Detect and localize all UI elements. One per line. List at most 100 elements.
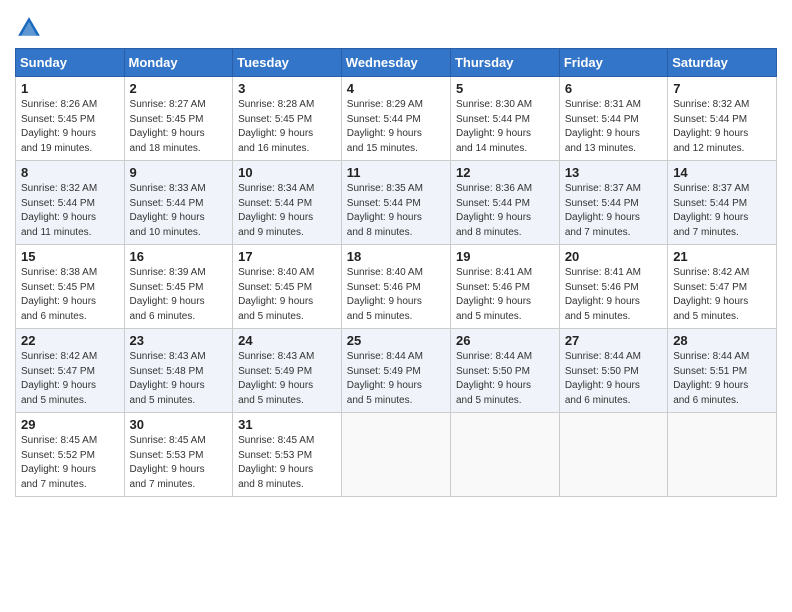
day-number: 21 <box>673 249 771 264</box>
day-info: Sunrise: 8:39 AMSunset: 5:45 PMDaylight:… <box>130 266 228 324</box>
day-number: 8 <box>21 165 119 180</box>
day-number: 18 <box>347 249 445 264</box>
calendar-day-22: 22 Sunrise: 8:42 AMSunset: 5:47 PMDayligh… <box>16 329 125 413</box>
calendar-day-28: 28 Sunrise: 8:44 AMSunset: 5:51 PMDayligh… <box>668 329 777 413</box>
day-info: Sunrise: 8:43 AMSunset: 5:49 PMDaylight:… <box>238 350 336 408</box>
calendar-day-24: 24Sunrise: 8:43 AMSunset: 5:49 PMDayligh… <box>233 329 342 413</box>
calendar-day-1: 1 Sunrise: 8:26 AMSunset: 5:45 PMDaylight… <box>16 77 125 161</box>
day-info: Sunrise: 8:32 AMSunset: 5:44 PMDaylight:… <box>673 98 771 156</box>
calendar-day-26: 26Sunrise: 8:44 AMSunset: 5:50 PMDayligh… <box>450 329 559 413</box>
day-number: 12 <box>456 165 554 180</box>
day-number: 31 <box>238 417 336 432</box>
day-info: Sunrise: 8:34 AMSunset: 5:44 PMDaylight:… <box>238 182 336 240</box>
day-info: Sunrise: 8:28 AMSunset: 5:45 PMDaylight:… <box>238 98 336 156</box>
day-info: Sunrise: 8:43 AMSunset: 5:48 PMDaylight:… <box>130 350 228 408</box>
calendar-day-7: 7 Sunrise: 8:32 AMSunset: 5:44 PMDaylight… <box>668 77 777 161</box>
calendar-day-3: 3Sunrise: 8:28 AMSunset: 5:45 PMDaylight… <box>233 77 342 161</box>
day-info: Sunrise: 8:37 AMSunset: 5:44 PMDaylight:… <box>673 182 771 240</box>
logo <box>15 14 47 42</box>
day-number: 19 <box>456 249 554 264</box>
day-number: 14 <box>673 165 771 180</box>
calendar-day-16: 16 Sunrise: 8:39 AMSunset: 5:45 PMDayligh… <box>124 245 233 329</box>
day-info: Sunrise: 8:30 AMSunset: 5:44 PMDaylight:… <box>456 98 554 156</box>
day-number: 16 <box>130 249 228 264</box>
day-info: Sunrise: 8:41 AMSunset: 5:46 PMDaylight:… <box>456 266 554 324</box>
day-info: Sunrise: 8:40 AMSunset: 5:46 PMDaylight:… <box>347 266 445 324</box>
calendar-week-4: 22 Sunrise: 8:42 AMSunset: 5:47 PMDayligh… <box>16 329 777 413</box>
calendar-empty-cell <box>559 413 667 497</box>
logo-icon <box>15 14 43 42</box>
calendar-header-wednesday: Wednesday <box>341 49 450 77</box>
calendar-week-5: 29 Sunrise: 8:45 AMSunset: 5:52 PMDayligh… <box>16 413 777 497</box>
calendar-week-3: 15 Sunrise: 8:38 AMSunset: 5:45 PMDayligh… <box>16 245 777 329</box>
calendar-header-saturday: Saturday <box>668 49 777 77</box>
calendar-day-14: 14 Sunrise: 8:37 AMSunset: 5:44 PMDayligh… <box>668 161 777 245</box>
day-number: 27 <box>565 333 662 348</box>
calendar-day-12: 12 Sunrise: 8:36 AMSunset: 5:44 PMDayligh… <box>450 161 559 245</box>
day-number: 5 <box>456 81 554 96</box>
day-info: Sunrise: 8:35 AMSunset: 5:44 PMDaylight:… <box>347 182 445 240</box>
day-info: Sunrise: 8:41 AMSunset: 5:46 PMDaylight:… <box>565 266 662 324</box>
calendar-day-30: 30 Sunrise: 8:45 AMSunset: 5:53 PMDayligh… <box>124 413 233 497</box>
day-number: 4 <box>347 81 445 96</box>
calendar-day-25: 25Sunrise: 8:44 AMSunset: 5:49 PMDayligh… <box>341 329 450 413</box>
calendar-day-8: 8Sunrise: 8:32 AMSunset: 5:44 PMDaylight… <box>16 161 125 245</box>
calendar-day-6: 6 Sunrise: 8:31 AMSunset: 5:44 PMDaylight… <box>559 77 667 161</box>
day-info: Sunrise: 8:33 AMSunset: 5:44 PMDaylight:… <box>130 182 228 240</box>
calendar-week-2: 8Sunrise: 8:32 AMSunset: 5:44 PMDaylight… <box>16 161 777 245</box>
day-info: Sunrise: 8:42 AMSunset: 5:47 PMDaylight:… <box>673 266 771 324</box>
calendar-table: SundayMondayTuesdayWednesdayThursdayFrid… <box>15 48 777 497</box>
day-info: Sunrise: 8:27 AMSunset: 5:45 PMDaylight:… <box>130 98 228 156</box>
calendar-day-21: 21 Sunrise: 8:42 AMSunset: 5:47 PMDayligh… <box>668 245 777 329</box>
day-info: Sunrise: 8:31 AMSunset: 5:44 PMDaylight:… <box>565 98 662 156</box>
calendar-day-23: 23 Sunrise: 8:43 AMSunset: 5:48 PMDayligh… <box>124 329 233 413</box>
calendar-day-15: 15 Sunrise: 8:38 AMSunset: 5:45 PMDayligh… <box>16 245 125 329</box>
day-number: 9 <box>130 165 228 180</box>
calendar-day-5: 5 Sunrise: 8:30 AMSunset: 5:44 PMDaylight… <box>450 77 559 161</box>
day-info: Sunrise: 8:42 AMSunset: 5:47 PMDaylight:… <box>21 350 119 408</box>
day-info: Sunrise: 8:45 AMSunset: 5:53 PMDaylight:… <box>238 434 336 492</box>
day-info: Sunrise: 8:45 AMSunset: 5:52 PMDaylight:… <box>21 434 119 492</box>
page-wrapper: SundayMondayTuesdayWednesdayThursdayFrid… <box>15 10 777 497</box>
calendar-day-18: 18 Sunrise: 8:40 AMSunset: 5:46 PMDayligh… <box>341 245 450 329</box>
day-info: Sunrise: 8:29 AMSunset: 5:44 PMDaylight:… <box>347 98 445 156</box>
day-number: 11 <box>347 165 445 180</box>
day-number: 13 <box>565 165 662 180</box>
day-number: 7 <box>673 81 771 96</box>
day-number: 28 <box>673 333 771 348</box>
calendar-body: 1 Sunrise: 8:26 AMSunset: 5:45 PMDaylight… <box>16 77 777 497</box>
calendar-week-1: 1 Sunrise: 8:26 AMSunset: 5:45 PMDaylight… <box>16 77 777 161</box>
day-number: 23 <box>130 333 228 348</box>
calendar-header-friday: Friday <box>559 49 667 77</box>
calendar-day-27: 27 Sunrise: 8:44 AMSunset: 5:50 PMDayligh… <box>559 329 667 413</box>
calendar-day-19: 19 Sunrise: 8:41 AMSunset: 5:46 PMDayligh… <box>450 245 559 329</box>
calendar-header-row: SundayMondayTuesdayWednesdayThursdayFrid… <box>16 49 777 77</box>
day-info: Sunrise: 8:45 AMSunset: 5:53 PMDaylight:… <box>130 434 228 492</box>
calendar-day-17: 17Sunrise: 8:40 AMSunset: 5:45 PMDayligh… <box>233 245 342 329</box>
calendar-header-thursday: Thursday <box>450 49 559 77</box>
day-number: 15 <box>21 249 119 264</box>
calendar-empty-cell <box>450 413 559 497</box>
day-info: Sunrise: 8:37 AMSunset: 5:44 PMDaylight:… <box>565 182 662 240</box>
day-number: 1 <box>21 81 119 96</box>
calendar-day-29: 29 Sunrise: 8:45 AMSunset: 5:52 PMDayligh… <box>16 413 125 497</box>
day-info: Sunrise: 8:36 AMSunset: 5:44 PMDaylight:… <box>456 182 554 240</box>
day-info: Sunrise: 8:44 AMSunset: 5:50 PMDaylight:… <box>565 350 662 408</box>
day-number: 22 <box>21 333 119 348</box>
calendar-day-2: 2Sunrise: 8:27 AMSunset: 5:45 PMDaylight… <box>124 77 233 161</box>
day-number: 20 <box>565 249 662 264</box>
day-info: Sunrise: 8:44 AMSunset: 5:51 PMDaylight:… <box>673 350 771 408</box>
header <box>15 10 777 42</box>
day-info: Sunrise: 8:26 AMSunset: 5:45 PMDaylight:… <box>21 98 119 156</box>
calendar-day-10: 10Sunrise: 8:34 AMSunset: 5:44 PMDayligh… <box>233 161 342 245</box>
day-number: 30 <box>130 417 228 432</box>
calendar-day-13: 13 Sunrise: 8:37 AMSunset: 5:44 PMDayligh… <box>559 161 667 245</box>
calendar-day-11: 11 Sunrise: 8:35 AMSunset: 5:44 PMDayligh… <box>341 161 450 245</box>
day-info: Sunrise: 8:44 AMSunset: 5:49 PMDaylight:… <box>347 350 445 408</box>
calendar-header-monday: Monday <box>124 49 233 77</box>
calendar-empty-cell <box>341 413 450 497</box>
day-number: 17 <box>238 249 336 264</box>
day-number: 6 <box>565 81 662 96</box>
day-info: Sunrise: 8:38 AMSunset: 5:45 PMDaylight:… <box>21 266 119 324</box>
day-number: 29 <box>21 417 119 432</box>
